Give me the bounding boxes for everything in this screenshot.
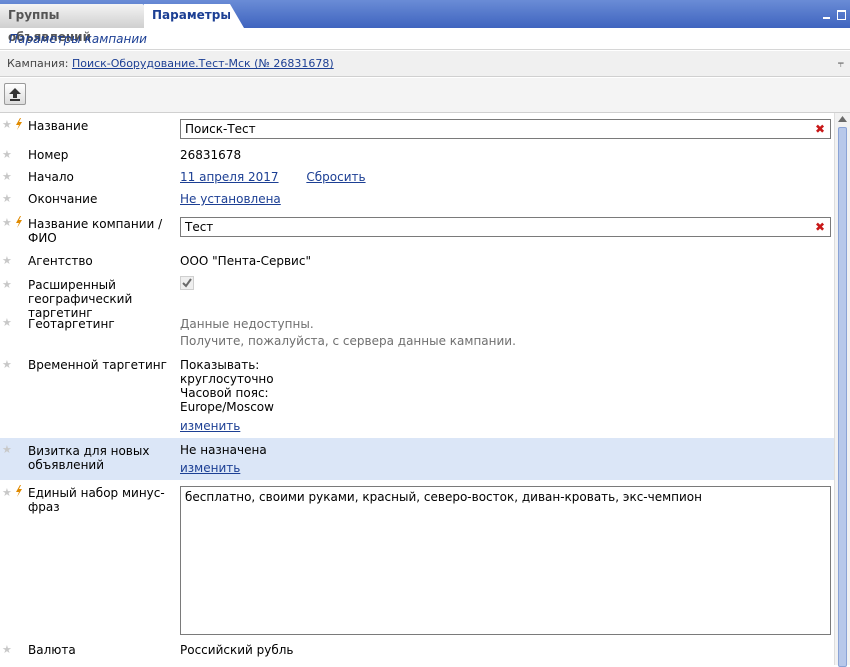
minus-phrases-textarea[interactable]: бесплатно, своими руками, красный, север… (180, 486, 831, 635)
star-icon[interactable]: ★ (2, 487, 12, 498)
currency-value: Российский рубль (180, 643, 294, 657)
scrollbar-thumb[interactable] (838, 127, 847, 667)
vcard-label: Визитка для новых объявлений (28, 444, 150, 472)
collapse-icon[interactable]: ⫧ (838, 51, 844, 77)
lightning-icon (16, 485, 22, 497)
clear-icon[interactable]: ✖ (815, 218, 825, 236)
number-label: Номер (28, 148, 69, 162)
time-change-link[interactable]: изменить (180, 419, 240, 433)
minus-phrases-value: бесплатно, своими руками, красный, север… (185, 490, 702, 504)
vertical-scrollbar[interactable] (834, 113, 850, 667)
end-date-link[interactable]: Не установлена (180, 192, 281, 206)
maximize-icon[interactable] (837, 9, 846, 20)
geo-line1: Данные недоступны. (180, 317, 314, 331)
time-line2: круглосуточно (180, 372, 274, 386)
star-icon[interactable]: ★ (2, 119, 12, 130)
reset-link[interactable]: Сбросить (306, 170, 365, 184)
checkmark-icon (182, 278, 192, 288)
time-line4: Europe/Moscow (180, 400, 274, 414)
name-label: Название (28, 119, 89, 133)
tab-ad-groups[interactable]: Группы объявлений (0, 4, 154, 44)
end-label: Окончание (28, 192, 98, 206)
campaign-bar: Кампания: Поиск-Оборудование.Тест-Мск (№… (0, 51, 850, 77)
scroll-up-icon[interactable] (835, 113, 850, 125)
star-icon[interactable]: ★ (2, 171, 12, 182)
geo-ext-checkbox[interactable] (180, 276, 194, 290)
agency-value: ООО "Пента-Сервис" (180, 254, 311, 268)
currency-label: Валюта (28, 643, 76, 657)
time-line3: Часовой пояс: (180, 386, 269, 400)
star-icon[interactable]: ★ (2, 444, 12, 455)
page-subtitle: Параметры кампании (0, 28, 850, 50)
number-value: 26831678 (180, 148, 242, 162)
company-input[interactable]: Тест ✖ (180, 217, 831, 237)
geo-label: Геотаргетинг (28, 317, 115, 331)
minus-label: Единый набор минус-фраз (28, 486, 165, 514)
campaign-prefix: Кампания: (7, 57, 69, 70)
star-icon[interactable]: ★ (2, 359, 12, 370)
clear-icon[interactable]: ✖ (815, 120, 825, 138)
agency-label: Агентство (28, 254, 93, 268)
start-label: Начало (28, 170, 74, 184)
star-icon[interactable]: ★ (2, 255, 12, 266)
lightning-icon (16, 216, 22, 228)
star-icon[interactable]: ★ (2, 217, 12, 228)
campaign-link[interactable]: Поиск-Оборудование.Тест-Мск (№ 26831678) (72, 57, 334, 70)
geo-line2: Получите, пожалуйста, с сервера данные к… (180, 334, 516, 348)
upload-icon (9, 88, 21, 101)
star-icon[interactable]: ★ (2, 644, 12, 655)
company-value: Тест (185, 220, 214, 234)
start-date-link[interactable]: 11 апреля 2017 (180, 170, 279, 184)
geo-ext-label: Расширенный географический таргетинг (28, 278, 133, 320)
tab-parameters[interactable]: Параметры (144, 4, 244, 28)
company-label: Название компании / ФИО (28, 217, 163, 245)
star-icon[interactable]: ★ (2, 279, 12, 290)
star-icon[interactable]: ★ (2, 193, 12, 204)
star-icon[interactable]: ★ (2, 317, 12, 328)
name-value: Поиск-Тест (185, 122, 256, 136)
time-line1: Показывать: (180, 358, 260, 372)
toolbar (0, 78, 850, 113)
upload-button[interactable] (4, 83, 26, 105)
name-input[interactable]: Поиск-Тест ✖ (180, 119, 831, 139)
star-icon[interactable]: ★ (2, 149, 12, 160)
minimize-icon[interactable] (822, 9, 831, 20)
tab-parameters-label: Параметры (152, 8, 232, 22)
vcard-value: Не назначена (180, 443, 267, 457)
lightning-icon (16, 118, 22, 130)
vcard-change-link[interactable]: изменить (180, 461, 240, 475)
time-label: Временной таргетинг (28, 358, 167, 372)
tab-bar: Группы объявлений Параметры (0, 0, 850, 44)
